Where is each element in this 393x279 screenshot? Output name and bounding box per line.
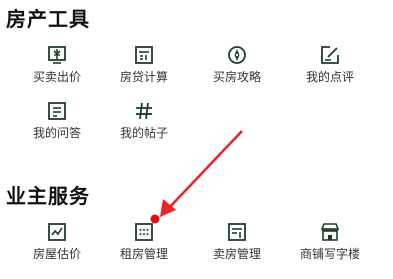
price-tag-icon [46,45,68,65]
tool-my-reviews[interactable]: 我的点评 [285,45,375,85]
shop-icon [319,222,341,242]
tool-house-valuation[interactable]: 房屋估价 [12,222,102,262]
tool-sell-management[interactable]: 卖房管理 [192,222,282,262]
qa-icon [46,101,68,121]
tool-label: 卖房管理 [212,247,261,261]
tool-buying-guide[interactable]: 买房攻略 [192,45,282,85]
rent-grid-icon [133,222,155,242]
hashtag-icon [133,101,155,121]
tool-shop-office[interactable]: 商铺写字楼 [285,222,375,262]
tool-label: 房屋估价 [32,247,81,261]
tool-my-posts[interactable]: 我的帖子 [99,101,189,141]
tool-label: 我的问答 [32,126,81,140]
sell-house-icon [226,222,248,242]
chart-icon [46,222,68,242]
calculator-icon [133,45,155,65]
tool-my-qa[interactable]: 我的问答 [12,101,102,141]
tool-rental-management[interactable]: 租房管理 [99,222,189,262]
edit-review-icon [319,45,341,65]
section-title-owner-services: 业主服务 [6,184,90,208]
tool-mortgage-calculator[interactable]: 房贷计算 [99,45,189,85]
tool-label: 买卖出价 [32,70,81,84]
tool-label: 买房攻略 [212,70,261,84]
compass-icon [226,45,248,65]
tool-label: 房贷计算 [119,70,168,84]
section-title-house-tools: 房产工具 [6,7,90,31]
tool-label: 商铺写字楼 [299,247,360,261]
tool-buy-sell-price[interactable]: 买卖出价 [12,45,102,85]
tool-label: 租房管理 [119,247,168,261]
tool-label: 我的点评 [305,70,354,84]
tool-label: 我的帖子 [119,126,168,140]
